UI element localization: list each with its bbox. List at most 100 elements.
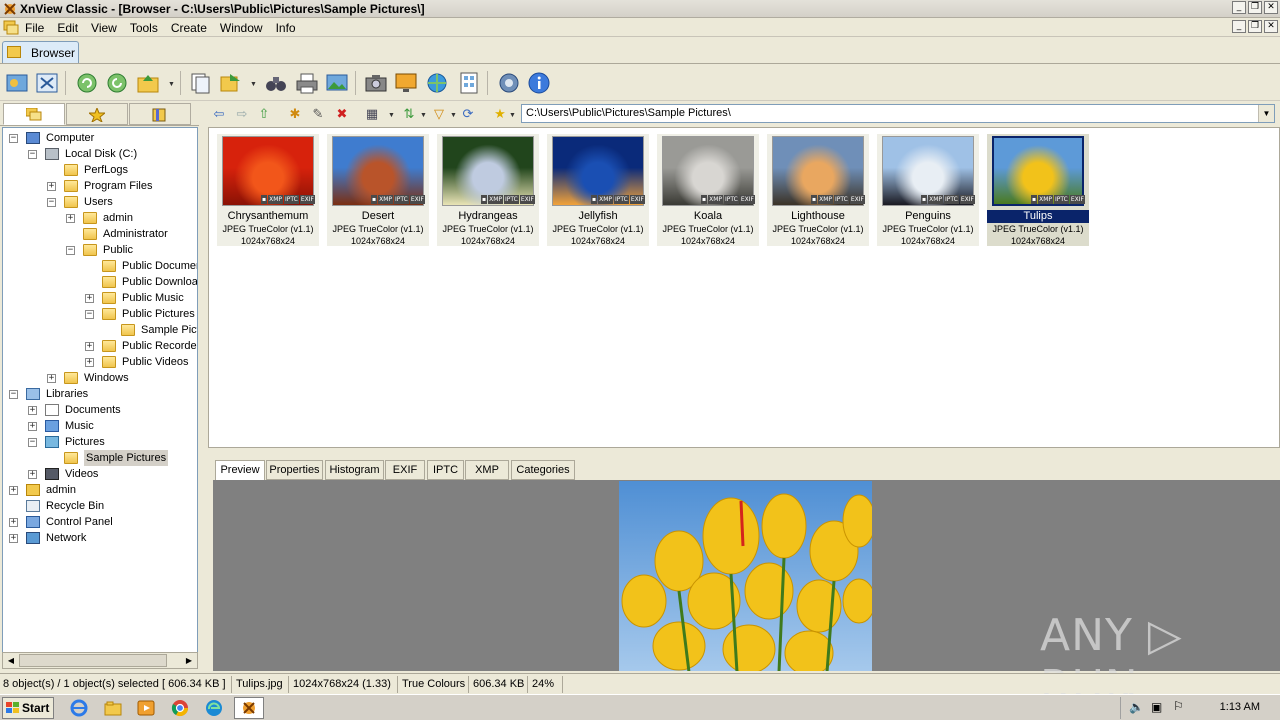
expand-icon[interactable]: + bbox=[28, 470, 37, 479]
tab-histogram[interactable]: Histogram bbox=[325, 460, 384, 480]
collapse-icon[interactable]: − bbox=[28, 150, 37, 159]
print-icon[interactable] bbox=[295, 71, 319, 95]
clock[interactable]: 1:13 AM bbox=[1220, 701, 1260, 713]
expand-icon[interactable]: + bbox=[9, 518, 18, 527]
tree-item[interactable]: + Videos bbox=[3, 466, 197, 482]
tab-categories[interactable] bbox=[129, 103, 191, 125]
tab-categories-preview[interactable]: Categories bbox=[511, 460, 575, 480]
tab-iptc[interactable]: IPTC bbox=[427, 460, 464, 480]
expand-icon[interactable]: + bbox=[28, 406, 37, 415]
copy-icon[interactable] bbox=[188, 71, 212, 95]
expand-icon[interactable]: + bbox=[85, 358, 94, 367]
view-mode-icon[interactable]: ▦ bbox=[364, 107, 380, 123]
tab-preview[interactable]: Preview bbox=[215, 460, 265, 480]
tree-horizontal-scrollbar[interactable]: ◀ ▶ bbox=[2, 652, 198, 669]
restore-button[interactable]: ❐ bbox=[1248, 1, 1262, 14]
menu-tools[interactable]: Tools bbox=[130, 21, 158, 35]
vertical-splitter[interactable] bbox=[199, 102, 207, 670]
menu-file[interactable]: File bbox=[25, 21, 44, 35]
tree-item[interactable]: + Windows bbox=[3, 370, 197, 386]
document-menu-icon[interactable] bbox=[3, 20, 19, 35]
menu-window[interactable]: Window bbox=[220, 21, 263, 35]
tree-item[interactable]: + Public Videos bbox=[3, 354, 197, 370]
minimize-button[interactable]: _ bbox=[1232, 1, 1246, 14]
fit-image-icon[interactable] bbox=[35, 71, 59, 95]
chevron-down-icon[interactable]: ▼ bbox=[509, 112, 516, 119]
up-folder-icon[interactable] bbox=[136, 71, 160, 95]
chevron-down-icon[interactable]: ▼ bbox=[168, 81, 175, 88]
tree-item[interactable]: Public Documents bbox=[3, 258, 197, 274]
refresh-icon[interactable] bbox=[75, 71, 99, 95]
tab-properties[interactable]: Properties bbox=[266, 460, 323, 480]
media-player-icon[interactable] bbox=[137, 699, 155, 717]
network-icon[interactable]: ▣ bbox=[1151, 700, 1162, 714]
edge-icon[interactable] bbox=[205, 699, 223, 717]
tree-item[interactable]: + Public Music bbox=[3, 290, 197, 306]
chevron-down-icon[interactable]: ▼ bbox=[420, 112, 427, 119]
menu-edit[interactable]: Edit bbox=[57, 21, 78, 35]
expand-icon[interactable]: + bbox=[47, 374, 56, 383]
tab-favorites[interactable] bbox=[66, 103, 128, 125]
thumbnail-item[interactable]: ▪ XMP IPTC EXIF Chrysanthemum JPEG TrueColor … bbox=[217, 134, 319, 246]
child-restore-button[interactable]: ❐ bbox=[1248, 20, 1262, 33]
taskbar-xnview-button[interactable] bbox=[234, 697, 264, 719]
menu-info[interactable]: Info bbox=[276, 21, 296, 35]
tree-item[interactable]: − Pictures bbox=[3, 434, 197, 450]
thumbnail-item[interactable]: ▪ XMP IPTC EXIF Desert JPEG TrueColor (v1.1) 1… bbox=[327, 134, 429, 246]
menu-view[interactable]: View bbox=[91, 21, 117, 35]
chevron-down-icon[interactable]: ▼ bbox=[250, 81, 257, 88]
explorer-folder-icon[interactable] bbox=[104, 699, 122, 717]
tree-item[interactable]: PerfLogs bbox=[3, 162, 197, 178]
tree-item[interactable]: − Local Disk (C:) bbox=[3, 146, 197, 162]
collapse-icon[interactable]: − bbox=[28, 438, 37, 447]
slideshow-icon[interactable] bbox=[325, 71, 349, 95]
expand-icon[interactable]: + bbox=[9, 534, 18, 543]
reload-icon[interactable] bbox=[105, 71, 129, 95]
scroll-left-icon[interactable]: ◀ bbox=[4, 654, 18, 667]
menu-create[interactable]: Create bbox=[171, 21, 207, 35]
address-dropdown-icon[interactable]: ▼ bbox=[1258, 105, 1274, 122]
tab-exif[interactable]: EXIF bbox=[385, 460, 425, 480]
up-arrow-icon[interactable]: ⇧ bbox=[256, 107, 272, 123]
start-button[interactable]: Start bbox=[2, 697, 54, 719]
tree-item[interactable]: Sample Pictures bbox=[3, 450, 197, 466]
tree-item[interactable]: Recycle Bin bbox=[3, 498, 197, 514]
tree-item[interactable]: Administrator bbox=[3, 226, 197, 242]
thumbnail-item[interactable]: ▪ XMP IPTC EXIF Hydrangeas JPEG TrueColor (v1… bbox=[437, 134, 539, 246]
expand-icon[interactable]: + bbox=[66, 214, 75, 223]
tab-xmp[interactable]: XMP bbox=[465, 460, 509, 480]
expand-icon[interactable]: + bbox=[47, 182, 56, 191]
forward-arrow-icon[interactable]: ⇨ bbox=[234, 107, 250, 123]
child-minimize-button[interactable]: _ bbox=[1232, 20, 1246, 33]
tree-item[interactable]: + Control Panel bbox=[3, 514, 197, 530]
tree-item[interactable]: − Libraries bbox=[3, 386, 197, 402]
tab-folders[interactable] bbox=[3, 103, 65, 125]
chevron-down-icon[interactable]: ▼ bbox=[388, 112, 395, 119]
sort-icon[interactable]: ⇅ bbox=[401, 107, 417, 123]
tree-item[interactable]: − Public Pictures bbox=[3, 306, 197, 322]
contact-sheet-icon[interactable] bbox=[457, 71, 481, 95]
tree-item[interactable]: + Public Recorded TV bbox=[3, 338, 197, 354]
thumbnail-item[interactable]: ▪ XMP IPTC EXIF Lighthouse JPEG TrueColor (v1… bbox=[767, 134, 869, 246]
tree-item[interactable]: + Network bbox=[3, 530, 197, 546]
child-close-button[interactable]: ✕ bbox=[1264, 20, 1278, 33]
tree-item[interactable]: + Documents bbox=[3, 402, 197, 418]
web-export-icon[interactable] bbox=[425, 71, 449, 95]
scroll-right-icon[interactable]: ▶ bbox=[182, 654, 196, 667]
thumbnail-item[interactable]: ▪ XMP IPTC EXIF Penguins JPEG TrueColor (v1.1… bbox=[877, 134, 979, 246]
close-button[interactable]: ✕ bbox=[1264, 1, 1278, 14]
address-input[interactable]: C:\Users\Public\Pictures\Sample Pictures… bbox=[521, 104, 1275, 123]
back-arrow-icon[interactable]: ⇦ bbox=[211, 107, 227, 123]
rename-icon[interactable]: ✎ bbox=[310, 107, 326, 123]
tree-item[interactable]: + admin bbox=[3, 210, 197, 226]
tree-item[interactable]: − Public bbox=[3, 242, 197, 258]
tree-item[interactable]: + Music bbox=[3, 418, 197, 434]
delete-icon[interactable]: ✖ bbox=[334, 107, 350, 123]
tree-item[interactable]: + Program Files bbox=[3, 178, 197, 194]
fullscreen-view-icon[interactable] bbox=[5, 71, 29, 95]
horizontal-splitter[interactable] bbox=[208, 449, 1280, 457]
tree-item[interactable]: Sample Pictures bbox=[3, 322, 197, 338]
expand-icon[interactable]: + bbox=[85, 294, 94, 303]
collapse-icon[interactable]: − bbox=[66, 246, 75, 255]
camera-icon[interactable] bbox=[364, 71, 388, 95]
